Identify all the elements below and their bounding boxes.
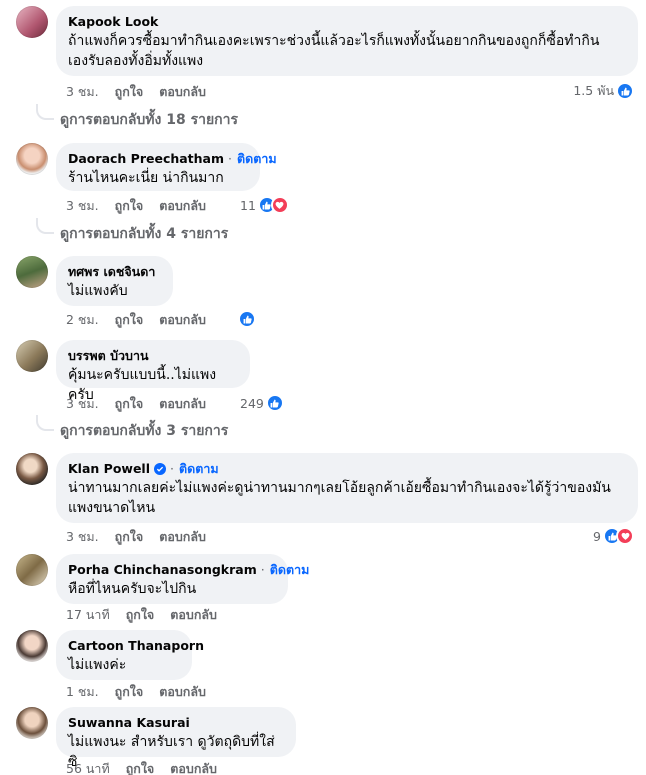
reply-button[interactable]: ตอบกลับ xyxy=(159,394,206,414)
comment-line: ถ้าแพงก็ควรซื้อมาทำกินเองคะเพราะช่วงนี้แ… xyxy=(68,33,600,49)
comment-actions: 3 ชม. ถูกใจ ตอบกลับ xyxy=(66,84,206,100)
comment-author[interactable]: Cartoon Thanaporn xyxy=(68,638,204,654)
like-button[interactable]: ถูกใจ xyxy=(115,682,144,702)
comment-author[interactable]: Daorach Preechatham · ติดตาม xyxy=(68,151,277,167)
avatar[interactable] xyxy=(16,630,48,662)
view-replies-link[interactable]: ดูการตอบกลับทั้ง 18 รายการ xyxy=(60,110,238,130)
comment-text: น่าทานมากเลยค่ะไม่แพงค่ะดูน่าทานมากๆเลยโ… xyxy=(68,478,626,518)
comment-actions: 3 ชม. ถูกใจ ตอบกลับ xyxy=(66,198,206,214)
avatar[interactable] xyxy=(16,453,48,485)
comment-text: ไม่แพงค่ะ xyxy=(68,657,127,673)
thread-connector xyxy=(36,104,54,120)
reply-button[interactable]: ตอบกลับ xyxy=(159,310,206,330)
reply-button[interactable]: ตอบกลับ xyxy=(170,759,217,775)
comment-time[interactable]: 3 ชม. xyxy=(66,527,99,547)
author-name[interactable]: Suwanna Kasurai xyxy=(68,715,190,731)
reaction-summary[interactable]: 1.5 พัน xyxy=(573,82,634,100)
avatar[interactable] xyxy=(16,554,48,586)
comment-author[interactable]: Porha Chinchanasongkram · ติดตาม xyxy=(68,562,309,578)
author-name[interactable]: Porha Chinchanasongkram xyxy=(68,562,257,578)
reply-button[interactable]: ตอบกลับ xyxy=(159,196,206,216)
comment-actions: 2 ชม. ถูกใจ ตอบกลับ xyxy=(66,312,206,328)
comment-author[interactable]: บรรพต บัวบาน xyxy=(68,348,238,364)
comment-time[interactable]: 56 นาที xyxy=(66,759,110,775)
like-button[interactable]: ถูกใจ xyxy=(126,605,155,625)
comment-author[interactable]: Klan Powell · ติดตาม xyxy=(68,461,626,477)
thumbs-up-icon xyxy=(238,310,256,328)
reaction-count: 9 xyxy=(593,528,601,544)
comment-bubble: Suwanna Kasurai ไม่แพงนะ สำหรับเรา ดูวัต… xyxy=(56,707,296,770)
comment-time[interactable]: 1 ชม. xyxy=(66,682,99,702)
comment-time[interactable]: 2 ชม. xyxy=(66,310,99,330)
like-button[interactable]: ถูกใจ xyxy=(115,394,144,414)
view-replies-link[interactable]: ดูการตอบกลับทั้ง 4 รายการ xyxy=(60,224,228,244)
reaction-summary[interactable]: 9 xyxy=(593,527,634,545)
reaction-count: 11 xyxy=(240,197,256,213)
comment-time[interactable]: 3 ชม. xyxy=(66,196,99,216)
author-name[interactable]: บรรพต บัวบาน xyxy=(68,348,149,364)
follow-button[interactable]: ติดตาม xyxy=(237,151,277,167)
comment-text: ไม่แพงคับ xyxy=(68,283,128,299)
comment-text: ถ้าแพงก็ควรซื้อมาทำกินเองคะเพราะช่วงนี้แ… xyxy=(68,31,626,71)
avatar[interactable] xyxy=(16,256,48,288)
thread-connector xyxy=(36,415,54,431)
reaction-summary[interactable]: 249 xyxy=(240,394,284,412)
comment-text: หือที่ไหนครับจะไปกิน xyxy=(68,581,197,597)
comment-actions: 1 ชม. ถูกใจ ตอบกลับ xyxy=(66,684,206,700)
view-replies-link[interactable]: ดูการตอบกลับทั้ง 3 รายการ xyxy=(60,421,228,441)
reaction-count: 249 xyxy=(240,395,264,411)
reaction-summary[interactable]: 11 xyxy=(240,196,289,214)
author-name[interactable]: ทศพร เดชจินดา xyxy=(68,264,155,280)
comment-line: แพงขนาดไหน xyxy=(68,500,156,516)
reaction-summary[interactable] xyxy=(238,310,256,328)
comment-time[interactable]: 3 ชม. xyxy=(66,394,99,414)
comment-line: เองรับลองทั้งอิ่มทั้งแพง xyxy=(68,53,204,69)
comment-bubble: บรรพต บัวบาน คุ้มนะครับแบบนี้..ไม่แพงครั… xyxy=(56,340,250,403)
verified-badge-icon xyxy=(154,463,167,475)
like-button[interactable]: ถูกใจ xyxy=(115,196,144,216)
thread-connector xyxy=(36,218,54,234)
comment-author[interactable]: Kapook Look xyxy=(68,14,626,30)
avatar[interactable] xyxy=(16,6,48,38)
comment-actions: 56 นาที ถูกใจ ตอบกลับ xyxy=(66,761,217,775)
avatar[interactable] xyxy=(16,143,48,175)
comment-author[interactable]: Suwanna Kasurai xyxy=(68,715,284,731)
comment-bubble: Cartoon Thanaporn ไม่แพงค่ะ xyxy=(56,630,204,680)
like-button[interactable]: ถูกใจ xyxy=(126,759,155,775)
comment-line: น่าทานมากเลยค่ะไม่แพงค่ะดูน่าทานมากๆเลยโ… xyxy=(68,480,611,496)
reaction-count: 1.5 พัน xyxy=(573,83,614,98)
comment-time[interactable]: 17 นาที xyxy=(66,605,110,625)
comment-bubble: Klan Powell · ติดตาม น่าทานมากเลยค่ะไม่แพ… xyxy=(56,453,638,523)
comment-actions: 3 ชม. ถูกใจ ตอบกลับ xyxy=(66,529,206,545)
follow-button[interactable]: ติดตาม xyxy=(270,562,310,578)
reply-button[interactable]: ตอบกลับ xyxy=(159,82,206,102)
like-button[interactable]: ถูกใจ xyxy=(115,527,144,547)
author-name[interactable]: Cartoon Thanaporn xyxy=(68,638,204,654)
comment-bubble: Daorach Preechatham · ติดตาม ร้านไหนคะเนี่… xyxy=(56,143,277,191)
thumbs-up-icon xyxy=(265,394,284,412)
comment-bubble: Porha Chinchanasongkram · ติดตาม หือที่ไหน… xyxy=(56,554,309,604)
heart-icon xyxy=(616,527,634,545)
like-button[interactable]: ถูกใจ xyxy=(115,310,144,330)
avatar[interactable] xyxy=(16,707,48,739)
comment-time[interactable]: 3 ชม. xyxy=(66,82,99,102)
author-name[interactable]: Daorach Preechatham xyxy=(68,151,224,167)
reply-button[interactable]: ตอบกลับ xyxy=(159,682,206,702)
comment-actions: 17 นาที ถูกใจ ตอบกลับ xyxy=(66,607,217,623)
follow-button[interactable]: ติดตาม xyxy=(179,461,219,477)
thumbs-up-icon xyxy=(616,82,634,100)
comment-actions: 3 ชม. ถูกใจ ตอบกลับ xyxy=(66,396,206,412)
avatar[interactable] xyxy=(16,340,48,372)
like-button[interactable]: ถูกใจ xyxy=(115,82,144,102)
author-name[interactable]: Kapook Look xyxy=(68,14,158,30)
comment-author[interactable]: ทศพร เดชจินดา xyxy=(68,264,161,280)
comment-bubble: Kapook Look ถ้าแพงก็ควรซื้อมาทำกินเองคะเ… xyxy=(56,6,638,76)
author-name[interactable]: Klan Powell xyxy=(68,461,150,477)
reply-button[interactable]: ตอบกลับ xyxy=(159,527,206,547)
heart-icon xyxy=(270,196,289,214)
comment-text: ร้านไหนคะเนี่ย น่ากินมาก xyxy=(68,170,224,186)
comment-bubble: ทศพร เดชจินดา ไม่แพงคับ xyxy=(56,256,173,306)
reply-button[interactable]: ตอบกลับ xyxy=(170,605,217,625)
